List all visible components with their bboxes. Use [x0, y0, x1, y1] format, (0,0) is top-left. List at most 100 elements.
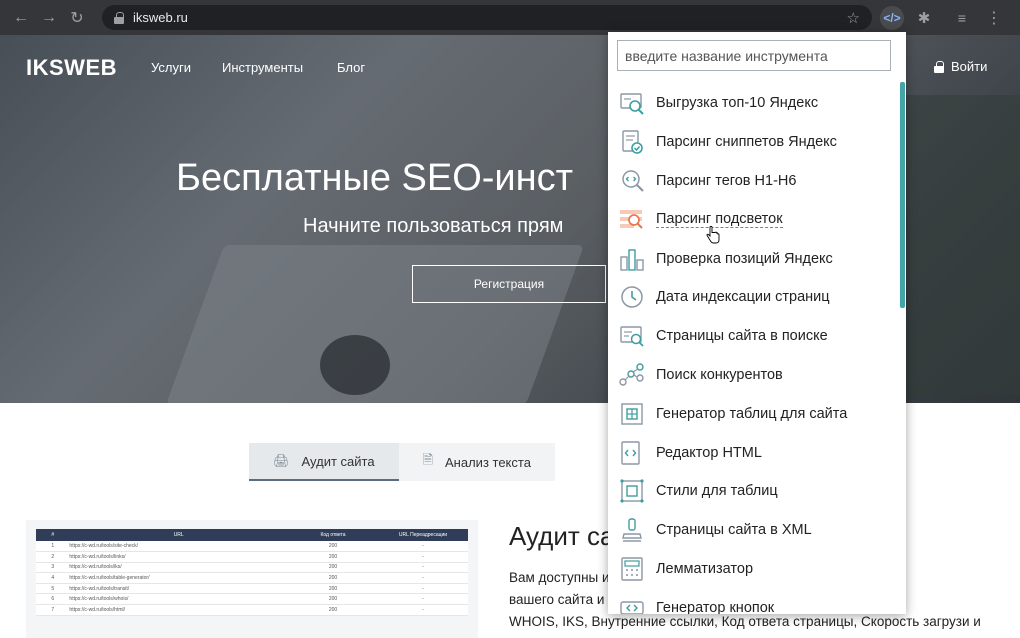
tool-item[interactable]: Страницы сайта в XML	[608, 511, 898, 550]
tool-item[interactable]: Страницы сайта в поиске	[608, 317, 898, 356]
table-row: 7 https://c-wd.ru/tools/html/200-	[36, 604, 468, 616]
table-cell: 200	[287, 562, 378, 574]
tool-item[interactable]: Парсинг подсветок	[608, 200, 898, 239]
tool-label: Генератор таблиц для сайта	[656, 405, 848, 422]
tool-search-input[interactable]	[617, 40, 891, 71]
html-editor-icon	[621, 440, 640, 465]
table-row: 2 https://c-wd.ru/tools/links/200-	[36, 551, 468, 563]
lock-icon	[934, 60, 944, 73]
extension-code-icon[interactable]: </>	[880, 6, 904, 30]
tool-item[interactable]: Стили для таблиц	[608, 472, 898, 511]
tab-site-audit[interactable]: 🖨 Аудит сайта	[249, 443, 399, 481]
table-gen-icon	[621, 403, 643, 425]
tool-label: Страницы сайта в XML	[656, 522, 812, 539]
table-cell: -	[377, 572, 468, 584]
tool-label: Страницы сайта в поиске	[656, 328, 828, 345]
table-cell: https://c-wd.ru/tools/html/	[69, 604, 288, 616]
tool-label: Лемматизатор	[656, 560, 754, 577]
hero-subtitle: Начните пользоваться прям	[303, 215, 564, 237]
tab-label: Анализ текста	[445, 454, 531, 470]
login-link[interactable]: Войти	[934, 59, 987, 74]
table-cell: -	[377, 551, 468, 563]
tool-item[interactable]: Редактор HTML	[608, 433, 898, 472]
tool-label: Стили для таблиц	[656, 483, 778, 500]
table-cell: -	[377, 604, 468, 616]
nav-tools[interactable]: Инструменты	[222, 60, 303, 75]
lemmatizer-icon	[621, 557, 643, 581]
monitor-icon: 🖨	[273, 453, 290, 468]
table-row: 6 https://c-wd.ru/tools/whois/200-	[36, 593, 468, 606]
table-cell: 2	[36, 551, 70, 563]
document-icon: 🗎	[422, 452, 434, 467]
tool-item[interactable]: Дата индексации страниц	[608, 278, 898, 317]
audit-preview-image: # URL Код ответа URL Переадресации 1 http…	[26, 520, 478, 638]
url-text[interactable]: iksweb.ru	[133, 10, 188, 25]
table-row: 1 https://c-wd.ru/tools/site-check/200-	[36, 541, 468, 553]
table-cell: https://c-wd.ru/tools/whois/	[69, 593, 288, 606]
snippet-icon	[622, 130, 643, 154]
nav-services[interactable]: Услуги	[151, 60, 191, 75]
table-cell: 6	[36, 593, 70, 606]
feature-tabs: 🖨 Аудит сайта 🗎 Анализ текста	[249, 443, 555, 481]
reload-icon[interactable]: ↻	[66, 7, 88, 29]
menu-icon[interactable]: ⋮	[982, 6, 1006, 30]
tool-item[interactable]: Проверка позиций Яндекс	[608, 239, 898, 278]
table-cell: https://c-wd.ru/tools/table-generator/	[69, 572, 288, 584]
table-header: Код ответа	[287, 529, 378, 541]
table-cell: 5	[36, 583, 70, 595]
table-header: URL Переадресации	[377, 529, 468, 541]
nav-blog[interactable]: Блог	[337, 60, 365, 75]
media-icon[interactable]: ≡	[950, 6, 974, 30]
table-cell: https://c-wd.ru/tools/site-check/	[69, 541, 288, 553]
puzzle-icon[interactable]: ✱	[912, 6, 936, 30]
table-cell: 200	[287, 572, 378, 584]
table-row: 3 https://c-wd.ru/tools/iks/200-	[36, 562, 468, 574]
tool-label: Дата индексации страниц	[656, 289, 830, 306]
table-cell: -	[377, 562, 468, 574]
network-icon	[619, 363, 644, 386]
tool-item[interactable]: Выгрузка топ-10 Яндекс	[608, 84, 898, 123]
table-cell: https://c-wd.ru/tools/transit/	[69, 583, 288, 595]
xml-stamp-icon	[622, 518, 642, 542]
table-cell: 200	[287, 551, 378, 563]
login-label: Войти	[951, 59, 988, 74]
browser-toolbar: ← → ↻ iksweb.ru ☆ </> ✱ ≡ ⋮	[0, 0, 1020, 35]
site-logo[interactable]: IKSWEB	[26, 55, 117, 81]
table-cell: -	[377, 583, 468, 595]
tool-item[interactable]: Поиск конкурентов	[608, 356, 898, 395]
tool-item[interactable]: Генератор кнопок	[608, 588, 898, 614]
tool-list: Выгрузка топ-10 Яндекс Парсинг сниппетов …	[608, 84, 898, 614]
table-cell: 200	[287, 604, 378, 616]
table-cell: -	[377, 593, 468, 606]
description-line: WHOIS, IKS, Внутренние ссылки, Код ответ…	[509, 614, 981, 629]
table-cell: 200	[287, 541, 378, 553]
tool-item[interactable]: Парсинг тегов H1-H6	[608, 162, 898, 201]
tag-search-icon	[622, 170, 644, 192]
tab-text-analysis[interactable]: 🗎 Анализ текста	[399, 443, 555, 481]
tool-label: Поиск конкурентов	[656, 366, 783, 383]
star-icon[interactable]: ☆	[847, 9, 860, 27]
table-header: URL	[69, 529, 288, 541]
tool-label: Редактор HTML	[656, 444, 762, 461]
audit-preview-table: # URL Код ответа URL Переадресации 1 http…	[36, 529, 468, 616]
tool-item[interactable]: Парсинг сниппетов Яндекс	[608, 123, 898, 162]
table-cell: 7	[36, 604, 70, 616]
tool-item[interactable]: Лемматизатор	[608, 550, 898, 589]
highlight-search-icon	[620, 209, 643, 229]
tool-label: Генератор кнопок	[656, 599, 775, 614]
tool-item[interactable]: Генератор таблиц для сайта	[608, 394, 898, 433]
tool-label: Проверка позиций Яндекс	[656, 250, 833, 267]
register-button[interactable]: Регистрация	[412, 265, 606, 303]
table-cell: 4	[36, 572, 70, 584]
tools-popup: Выгрузка топ-10 Яндекс Парсинг сниппетов …	[608, 32, 906, 614]
table-style-icon	[620, 479, 644, 503]
table-cell: 200	[287, 593, 378, 606]
tool-label: Парсинг сниппетов Яндекс	[656, 134, 837, 151]
hero-title: Бесплатные SEO-инст	[176, 157, 574, 199]
forward-icon[interactable]: →	[38, 7, 60, 29]
popup-scrollbar[interactable]	[900, 82, 905, 308]
back-icon[interactable]: ←	[10, 7, 32, 29]
top10-icon	[620, 93, 644, 116]
lock-icon[interactable]	[114, 11, 124, 24]
address-bar[interactable]: iksweb.ru ☆	[102, 5, 872, 30]
